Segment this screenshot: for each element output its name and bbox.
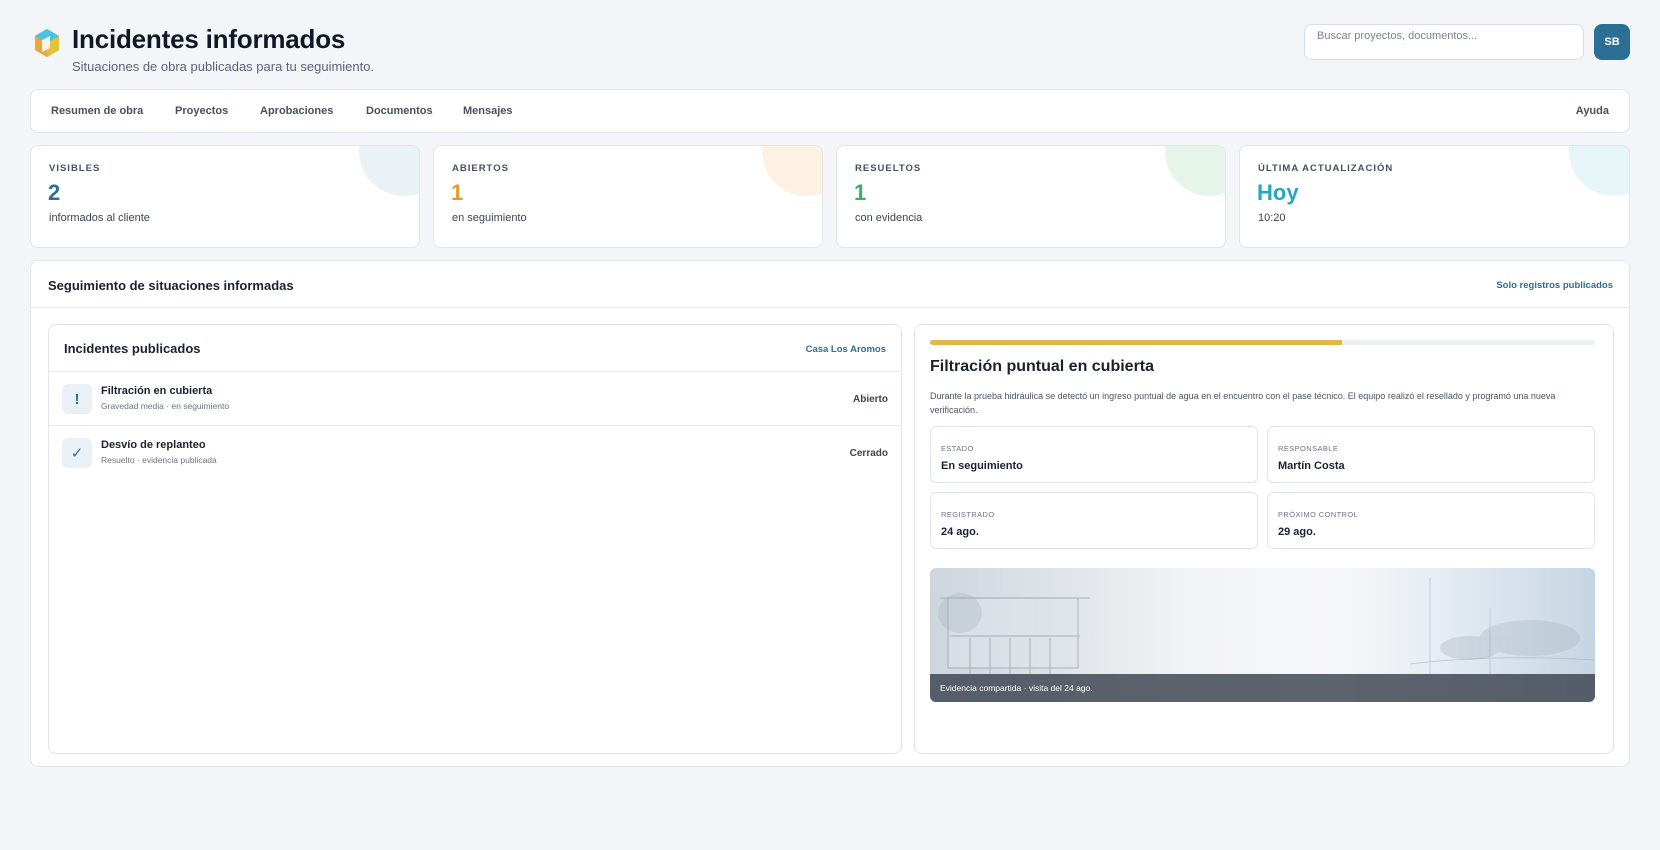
project-link[interactable]: Casa Los Aromos (806, 344, 886, 355)
page-subtitle: Situaciones de obra publicadas para tu s… (72, 59, 375, 74)
divider (31, 307, 1629, 308)
nav-item-proyectos[interactable]: Proyectos (175, 90, 228, 132)
app-logo-icon[interactable] (34, 28, 60, 58)
field-label: REGISTRADO (941, 510, 995, 519)
nav-item-mensajes[interactable]: Mensajes (463, 90, 513, 132)
stat-decoration (1165, 146, 1225, 196)
field-proximo-control: PRÓXIMO CONTROL 29 ago. (1267, 492, 1595, 549)
stat-card-resueltos: RESUELTOS 1 con evidencia (836, 145, 1226, 248)
stat-card-abiertos: ABIERTOS 1 en seguimiento (433, 145, 823, 248)
detail-title: Filtración puntual en cubierta (930, 358, 1155, 375)
field-value: En seguimiento (941, 460, 1023, 472)
field-value: Martín Costa (1278, 460, 1345, 472)
stat-value: Hoy (1257, 180, 1299, 205)
panel-title: Seguimiento de situaciones informadas (48, 278, 294, 293)
stat-value: 1 (854, 180, 867, 205)
status-badge: Cerrado (849, 448, 888, 459)
nav-item-ayuda[interactable]: Ayuda (1576, 90, 1609, 132)
field-label: RESPONSABLE (1278, 444, 1339, 453)
search-input[interactable]: Buscar proyectos, documentos... (1304, 24, 1584, 60)
incident-detail: Filtración puntual en cubierta Durante l… (914, 324, 1614, 754)
main-nav: Resumen de obra Proyectos Aprobaciones D… (30, 89, 1630, 133)
list-item[interactable]: ! Filtración en cubierta Gravedad media … (49, 372, 901, 428)
page-header: Incidentes informados Situaciones de obr… (30, 22, 1630, 82)
list-title: Incidentes publicados (64, 341, 201, 356)
stat-value: 2 (48, 180, 61, 205)
field-label: PRÓXIMO CONTROL (1278, 510, 1359, 519)
stat-decoration (762, 146, 822, 196)
stat-card-actualizacion: ÚLTIMA ACTUALIZACIÓN Hoy 10:20 (1239, 145, 1630, 248)
nav-item-documentos[interactable]: Documentos (366, 90, 433, 132)
list-item[interactable]: ✓ Desvío de replanteo Resuelto · evidenc… (49, 426, 901, 482)
field-label: ESTADO (941, 444, 974, 453)
check-icon: ✓ (62, 438, 92, 468)
field-value: 24 ago. (941, 526, 979, 538)
incident-title: Filtración en cubierta (101, 385, 213, 397)
evidence-photo[interactable]: Evidencia compartida · visita del 24 ago… (930, 568, 1595, 702)
nav-item-aprobaciones[interactable]: Aprobaciones (260, 90, 333, 132)
status-badge: Abierto (853, 394, 888, 405)
stat-label: RESUELTOS (855, 163, 922, 174)
published-filter-link[interactable]: Solo registros publicados (1496, 280, 1613, 291)
alert-icon: ! (62, 384, 92, 414)
field-value: 29 ago. (1278, 526, 1316, 538)
stat-value: 1 (451, 180, 464, 205)
stat-caption: informados al cliente (49, 212, 150, 224)
incident-title: Desvío de replanteo (101, 439, 206, 451)
user-avatar[interactable]: SB (1594, 24, 1630, 60)
field-responsable: RESPONSABLE Martín Costa (1267, 426, 1595, 483)
incident-list: Incidentes publicados Casa Los Aromos ! … (48, 324, 902, 754)
stat-caption: con evidencia (855, 212, 923, 224)
stat-caption: 10:20 (1258, 212, 1286, 224)
stat-label: ÚLTIMA ACTUALIZACIÓN (1258, 163, 1394, 174)
photo-caption: Evidencia compartida · visita del 24 ago… (930, 674, 1595, 702)
nav-item-resumen[interactable]: Resumen de obra (51, 90, 143, 132)
page-title: Incidentes informados (72, 24, 346, 54)
incident-meta: Resuelto · evidencia publicada (101, 455, 217, 465)
stat-label: VISIBLES (49, 163, 101, 174)
progress-fill (930, 340, 1343, 345)
stat-decoration (1569, 146, 1629, 196)
incident-meta: Gravedad media · en seguimiento (101, 401, 230, 411)
stat-card-visibles: VISIBLES 2 informados al cliente (30, 145, 420, 248)
tracking-panel: Seguimiento de situaciones informadas So… (30, 260, 1630, 767)
detail-description: Durante la prueba hidráulica se detectó … (930, 391, 1556, 415)
stat-decoration (359, 146, 419, 196)
field-registrado: REGISTRADO 24 ago. (930, 492, 1258, 549)
progress-bar (930, 340, 1595, 345)
field-estado: ESTADO En seguimiento (930, 426, 1258, 483)
stat-caption: en seguimiento (452, 212, 527, 224)
stat-label: ABIERTOS (452, 163, 509, 174)
